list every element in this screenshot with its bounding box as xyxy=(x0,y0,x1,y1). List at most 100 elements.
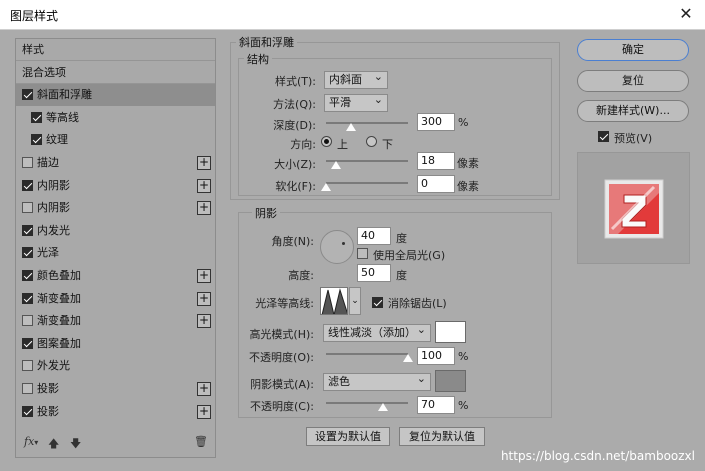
style-item[interactable]: 纹理 xyxy=(16,129,215,151)
reset-default-button[interactable]: 复位为默认值 xyxy=(399,427,485,446)
style-item[interactable]: 投影 + xyxy=(16,401,215,423)
new-style-button[interactable]: 新建样式(W)... xyxy=(577,100,689,122)
style-item[interactable]: 投影 + xyxy=(16,378,215,400)
style-item[interactable]: 样式 xyxy=(16,39,215,61)
gloss-contour-label: 光泽等高线: xyxy=(255,297,314,310)
shadow-opacity-track[interactable] xyxy=(326,402,408,404)
style-item-checkbox[interactable] xyxy=(22,224,33,236)
direction-label: 方向: xyxy=(290,138,316,151)
shadow-opacity-input[interactable]: 70 xyxy=(417,396,455,414)
fx-button[interactable]: fx▾ xyxy=(24,435,38,448)
style-item[interactable]: 等高线 xyxy=(16,107,215,129)
style-item-label: 内阴影 xyxy=(37,201,70,215)
close-icon[interactable]: ✕ xyxy=(675,3,697,25)
style-item-checkbox[interactable] xyxy=(31,111,42,123)
style-item-checkbox[interactable] xyxy=(22,405,33,417)
soften-unit: 像素 xyxy=(457,180,479,193)
bevel-emboss-title: 斜面和浮雕 xyxy=(236,34,297,50)
highlight-mode-select[interactable]: 线性减淡（添加） xyxy=(323,322,431,342)
shadow-mode-label: 阴影模式(A): xyxy=(250,378,314,391)
soften-slider-thumb[interactable] xyxy=(321,183,331,191)
style-item[interactable]: 内阴影 + xyxy=(16,197,215,219)
style-item[interactable]: 混合选项 xyxy=(16,62,215,84)
direction-up-radio[interactable] xyxy=(321,136,332,147)
add-effect-icon[interactable]: + xyxy=(197,314,211,329)
method-select[interactable]: 平滑 xyxy=(324,92,388,112)
highlight-opacity-track[interactable] xyxy=(326,353,408,355)
add-effect-icon[interactable]: + xyxy=(197,404,211,419)
style-select-value: 内斜面 xyxy=(329,73,362,86)
style-item[interactable]: 颜色叠加 + xyxy=(16,265,215,287)
style-item-checkbox[interactable] xyxy=(22,179,33,191)
style-label: 样式(T): xyxy=(274,75,316,88)
add-effect-icon[interactable]: + xyxy=(197,178,211,193)
soften-slider-track[interactable] xyxy=(326,182,408,184)
direction-down-radio[interactable] xyxy=(366,136,377,147)
style-item[interactable]: 斜面和浮雕 xyxy=(16,84,215,107)
global-light-checkbox[interactable] xyxy=(357,248,368,259)
antialias-label: 消除锯齿(L) xyxy=(388,297,447,310)
style-item-label: 光泽 xyxy=(37,246,59,260)
gloss-contour-dropdown[interactable]: ⌄ xyxy=(349,287,361,315)
style-item-label: 内阴影 xyxy=(37,178,70,192)
style-item[interactable]: 图案叠加 xyxy=(16,333,215,355)
style-item[interactable]: 渐变叠加 + xyxy=(16,310,215,332)
style-item[interactable]: 光泽 xyxy=(16,242,215,264)
arrow-up-icon[interactable]: 🡅 xyxy=(48,435,59,454)
arrow-down-icon[interactable]: 🡇 xyxy=(70,435,81,454)
style-item-label: 颜色叠加 xyxy=(37,269,81,282)
depth-slider-track[interactable] xyxy=(326,122,408,124)
shadow-opacity-thumb[interactable] xyxy=(378,403,389,411)
size-slider-thumb[interactable] xyxy=(330,161,341,169)
trash-icon[interactable]: 🗑 xyxy=(194,435,208,448)
style-item-checkbox[interactable] xyxy=(22,89,33,101)
style-item-checkbox[interactable] xyxy=(22,337,33,349)
highlight-color-swatch[interactable] xyxy=(435,321,466,343)
shadow-mode-select[interactable]: 滤色 xyxy=(323,371,431,391)
highlight-opacity-thumb[interactable] xyxy=(403,354,413,362)
preview-checkbox[interactable] xyxy=(598,131,609,142)
style-item-checkbox[interactable] xyxy=(22,247,33,259)
depth-slider-thumb[interactable] xyxy=(345,123,356,131)
style-item-checkbox[interactable] xyxy=(22,292,33,304)
style-select[interactable]: 内斜面 xyxy=(324,69,388,89)
gloss-contour-swatch[interactable] xyxy=(320,287,348,315)
soften-label: 软化(F): xyxy=(275,180,316,193)
make-default-button[interactable]: 设置为默认值 xyxy=(306,427,390,446)
style-item-checkbox[interactable] xyxy=(22,157,33,168)
depth-input[interactable]: 300 xyxy=(417,113,455,131)
shadow-color-swatch[interactable] xyxy=(435,370,466,392)
style-item-label: 内发光 xyxy=(37,223,70,237)
angle-input[interactable]: 40 xyxy=(357,227,391,245)
antialias-checkbox[interactable] xyxy=(372,297,383,308)
style-item-checkbox[interactable] xyxy=(22,360,33,372)
style-item-checkbox[interactable] xyxy=(31,134,42,146)
add-effect-icon[interactable]: + xyxy=(197,156,211,170)
add-effect-icon[interactable]: + xyxy=(197,382,211,396)
style-item-label: 等高线 xyxy=(46,110,79,124)
reset-button[interactable]: 复位 xyxy=(577,70,689,92)
add-effect-icon[interactable]: + xyxy=(197,201,211,216)
style-item[interactable]: 渐变叠加 + xyxy=(16,288,215,310)
style-item[interactable]: 描边 + xyxy=(16,152,215,174)
add-effect-icon[interactable]: + xyxy=(197,291,211,306)
soften-input[interactable]: 0 xyxy=(417,175,455,193)
highlight-opacity-input[interactable]: 100 xyxy=(417,347,455,365)
gloss-contour-icon xyxy=(321,288,347,314)
style-item-checkbox[interactable] xyxy=(22,270,33,281)
size-input[interactable]: 18 xyxy=(417,152,455,170)
style-item-checkbox[interactable] xyxy=(22,202,33,214)
style-item-label: 投影 xyxy=(37,382,59,395)
method-select-value: 平滑 xyxy=(329,96,351,109)
altitude-input[interactable]: 50 xyxy=(357,264,391,282)
angle-dial[interactable] xyxy=(320,230,354,264)
style-item-checkbox[interactable] xyxy=(22,315,33,327)
style-item-checkbox[interactable] xyxy=(22,383,33,394)
altitude-unit: 度 xyxy=(396,269,407,282)
style-item-label: 斜面和浮雕 xyxy=(37,88,92,102)
style-item[interactable]: 内发光 xyxy=(16,220,215,242)
style-item[interactable]: 内阴影 + xyxy=(16,175,215,197)
style-item[interactable]: 外发光 xyxy=(16,355,215,377)
add-effect-icon[interactable]: + xyxy=(197,269,211,283)
ok-button[interactable]: 确定 xyxy=(577,39,689,61)
